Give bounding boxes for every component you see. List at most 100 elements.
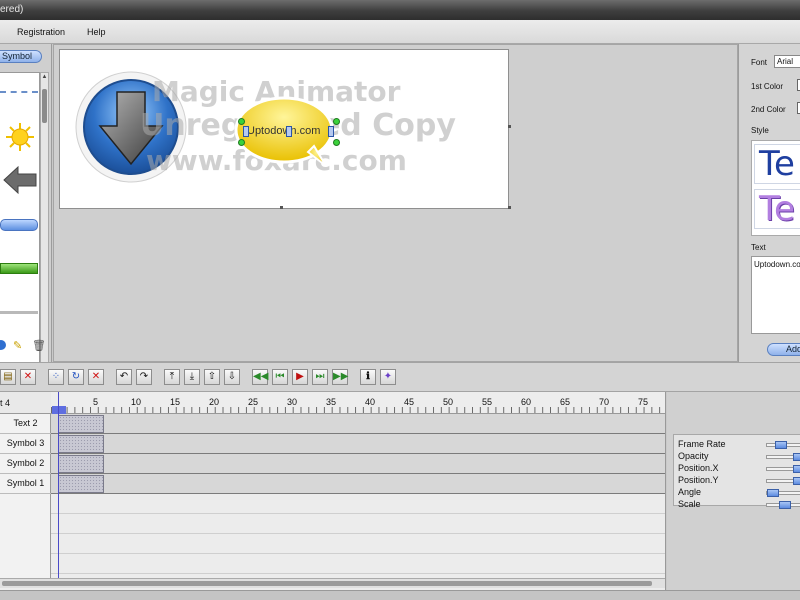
timeline-empty-row — [51, 514, 665, 534]
left-arrow-symbol-icon[interactable] — [2, 165, 38, 195]
info-icon[interactable]: ℹ — [360, 369, 376, 385]
info-icon[interactable] — [0, 340, 6, 350]
ruler-tick-label: 25 — [248, 397, 259, 407]
stage-corner-marker — [280, 206, 283, 209]
playhead-marker[interactable] — [52, 406, 66, 414]
position-y-slider[interactable] — [766, 477, 800, 485]
rewind-icon[interactable]: ◀◀ — [252, 369, 268, 385]
keyframe-block[interactable] — [58, 435, 104, 453]
font-label: Font — [751, 58, 768, 67]
text-style-panel: Font Arial 1st Color 2nd Color Style Te … — [738, 44, 800, 362]
layer-names: t 4 Text 2 Symbol 3 Symbol 2 Symbol 1 — [0, 392, 51, 578]
angle-slider[interactable] — [766, 489, 800, 497]
bubble-text[interactable]: Uptodown.com — [247, 125, 320, 137]
blue-bar-symbol[interactable] — [0, 219, 38, 231]
stage[interactable]: Magic Animator Unregistered Copy www.fox… — [59, 49, 509, 209]
add-button[interactable]: Add — [767, 343, 800, 356]
sun-symbol-icon[interactable] — [4, 121, 36, 153]
text-handle[interactable] — [286, 126, 292, 137]
stage-corner-marker — [508, 206, 511, 209]
bring-to-front-icon[interactable]: ⤒ — [164, 369, 180, 385]
text-handle[interactable] — [243, 126, 249, 137]
keyframe-block[interactable] — [58, 415, 104, 433]
position-x-slider[interactable] — [766, 465, 800, 473]
slider-thumb[interactable] — [793, 453, 800, 461]
layer-name[interactable]: Text 2 — [0, 414, 51, 434]
canvas-area[interactable]: Magic Animator Unregistered Copy www.fox… — [53, 44, 738, 362]
layer-name[interactable]: Symbol 3 — [0, 434, 51, 454]
ruler-tick-label: 75 — [638, 397, 649, 407]
timeline-row[interactable] — [51, 454, 665, 474]
ruler-tick-label: 20 — [209, 397, 220, 407]
ruler-tick-label: 10 — [131, 397, 142, 407]
text-label: Text — [751, 243, 766, 252]
fast-forward-icon[interactable]: ▶▶ — [332, 369, 348, 385]
keyframe-block[interactable] — [58, 455, 104, 473]
slider-thumb[interactable] — [793, 477, 800, 485]
move-down-icon[interactable]: ⇩ — [224, 369, 240, 385]
layer-name[interactable]: Symbol 2 — [0, 454, 51, 474]
previous-frame-icon[interactable]: ⏮ — [272, 369, 288, 385]
butterfly-icon[interactable]: ✦ — [380, 369, 396, 385]
scroll-thumb[interactable] — [42, 89, 47, 123]
style-gallery[interactable]: Te Te — [751, 140, 800, 236]
timeline-toolbar: ▤ ✕ ⁘ ↻ ✕ ↶ ↷ ⤒ ⤓ ⇧ ⇩ ◀◀ ⏮ ▶ ⏭ ▶▶ ℹ ✦ — [0, 362, 800, 392]
path-icon[interactable]: ↻ — [68, 369, 84, 385]
layer-name[interactable]: Symbol 1 — [0, 474, 51, 494]
slider-thumb[interactable] — [793, 465, 800, 473]
position-y-label: Position.Y — [678, 475, 719, 485]
resize-handle[interactable] — [238, 118, 245, 125]
paste-icon[interactable]: ▤ — [0, 369, 16, 385]
timeline-empty-row — [51, 534, 665, 554]
timeline-scroll-thumb[interactable] — [2, 581, 652, 586]
scroll-up-arrow-icon[interactable]: ▲ — [41, 73, 48, 82]
resize-handle[interactable] — [333, 139, 340, 146]
font-select[interactable]: Arial — [774, 55, 800, 68]
undo-icon[interactable]: ↶ — [116, 369, 132, 385]
menu-registration[interactable]: Registration — [17, 27, 65, 37]
resize-handle[interactable] — [238, 139, 245, 146]
green-bar-symbol[interactable] — [0, 263, 38, 274]
scale-slider[interactable] — [766, 501, 800, 509]
add-points-icon[interactable]: ⁘ — [48, 369, 64, 385]
play-icon[interactable]: ▶ — [292, 369, 308, 385]
frame-rate-slider[interactable] — [766, 441, 800, 449]
resize-handle[interactable] — [333, 118, 340, 125]
symbol-tab[interactable]: Symbol — [0, 50, 42, 63]
text-handle[interactable] — [328, 126, 334, 137]
timeline-row[interactable] — [51, 434, 665, 454]
frame-ruler[interactable]: 5 10 15 20 25 30 35 40 45 50 55 60 65 70… — [51, 392, 665, 414]
menu-help[interactable]: Help — [87, 27, 106, 37]
first-color-label: 1st Color — [751, 82, 784, 91]
slider-thumb[interactable] — [779, 501, 791, 509]
symbol-list-scrollbar[interactable]: ▲ ▼ — [40, 72, 49, 380]
symbol-tools: ✎ 🗑 — [0, 338, 52, 360]
slider-thumb[interactable] — [767, 489, 779, 497]
send-to-back-icon[interactable]: ⤓ — [184, 369, 200, 385]
window-title: ered) — [0, 4, 24, 15]
gray-line-symbol[interactable] — [0, 311, 38, 314]
timeline-row[interactable] — [51, 474, 665, 494]
style-sample-purple[interactable]: Te — [754, 189, 800, 229]
edit-pencil-icon[interactable]: ✎ — [13, 339, 22, 352]
text-input[interactable]: Uptodown.co — [751, 256, 800, 334]
timeline-grid[interactable] — [51, 414, 665, 578]
remove-points-icon[interactable]: ✕ — [88, 369, 104, 385]
opacity-slider[interactable] — [766, 453, 800, 461]
delete-trash-icon[interactable]: 🗑 — [32, 339, 46, 352]
redo-icon[interactable]: ↷ — [136, 369, 152, 385]
style-sample-blue[interactable]: Te — [754, 144, 800, 184]
dashed-line-symbol[interactable] — [0, 91, 38, 93]
keyframe-block[interactable] — [58, 475, 104, 493]
status-bar — [0, 590, 800, 600]
move-up-icon[interactable]: ⇧ — [204, 369, 220, 385]
slider-thumb[interactable] — [775, 441, 787, 449]
timeline-row[interactable] — [51, 414, 665, 434]
delete-icon[interactable]: ✕ — [20, 369, 36, 385]
opacity-label: Opacity — [678, 451, 709, 461]
next-frame-icon[interactable]: ⏭ — [312, 369, 328, 385]
timeline-scrollbar[interactable] — [0, 578, 665, 588]
ruler-ticks — [51, 407, 665, 413]
symbol-list[interactable] — [0, 72, 40, 380]
scale-label: Scale — [678, 499, 701, 509]
